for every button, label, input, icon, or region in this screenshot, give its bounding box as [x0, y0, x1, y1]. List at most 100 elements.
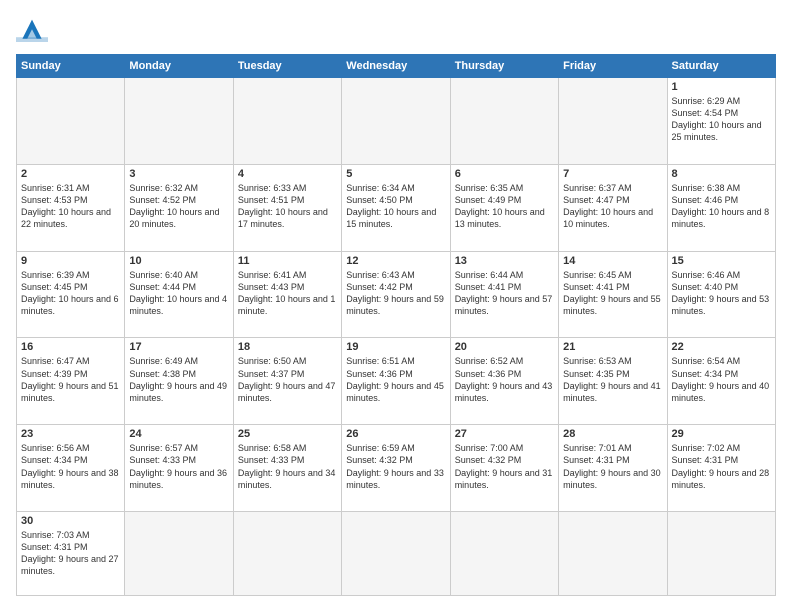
calendar-cell — [233, 78, 341, 165]
calendar-cell: 10Sunrise: 6:40 AM Sunset: 4:44 PM Dayli… — [125, 251, 233, 338]
calendar-cell: 16Sunrise: 6:47 AM Sunset: 4:39 PM Dayli… — [17, 338, 125, 425]
day-number: 9 — [21, 255, 120, 267]
calendar-cell: 30 Sunrise: 7:03 AM Sunset: 4:31 PM Dayli… — [17, 512, 125, 596]
calendar-cell: 5 Sunrise: 6:34 AM Sunset: 4:50 PM Daylig… — [342, 164, 450, 251]
day-info: Sunrise: 6:46 AM Sunset: 4:40 PM Dayligh… — [672, 269, 771, 318]
day-info: Sunrise: 6:51 AM Sunset: 4:36 PM Dayligh… — [346, 355, 445, 404]
day-number: 2 — [21, 168, 120, 180]
day-info: Sunrise: 7:03 AM Sunset: 4:31 PM Dayligh… — [21, 529, 120, 578]
weekday-header-wednesday: Wednesday — [342, 55, 450, 78]
day-info: Sunrise: 6:50 AM Sunset: 4:37 PM Dayligh… — [238, 355, 337, 404]
calendar-cell: 17Sunrise: 6:49 AM Sunset: 4:38 PM Dayli… — [125, 338, 233, 425]
calendar-cell: 25 Sunrise: 6:58 AM Sunset: 4:33 PM Dayli… — [233, 425, 341, 512]
day-number: 21 — [563, 341, 662, 353]
day-number: 12 — [346, 255, 445, 267]
calendar-cell: 8Sunrise: 6:38 AM Sunset: 4:46 PM Daylig… — [667, 164, 775, 251]
day-info: Sunrise: 6:47 AM Sunset: 4:39 PM Dayligh… — [21, 355, 120, 404]
day-number: 5 — [346, 168, 445, 180]
day-info: Sunrise: 6:33 AM Sunset: 4:51 PM Dayligh… — [238, 182, 337, 231]
day-info: Sunrise: 6:45 AM Sunset: 4:41 PM Dayligh… — [563, 269, 662, 318]
day-info: Sunrise: 6:56 AM Sunset: 4:34 PM Dayligh… — [21, 442, 120, 491]
calendar-cell — [559, 512, 667, 596]
day-info: Sunrise: 6:52 AM Sunset: 4:36 PM Dayligh… — [455, 355, 554, 404]
day-info: Sunrise: 6:53 AM Sunset: 4:35 PM Dayligh… — [563, 355, 662, 404]
day-info: Sunrise: 7:01 AM Sunset: 4:31 PM Dayligh… — [563, 442, 662, 491]
calendar-cell: 19 Sunrise: 6:51 AM Sunset: 4:36 PM Dayli… — [342, 338, 450, 425]
day-number: 30 — [21, 515, 120, 527]
calendar-week-row: 9 Sunrise: 6:39 AM Sunset: 4:45 PM Daylig… — [17, 251, 776, 338]
day-number: 22 — [672, 341, 771, 353]
day-info: Sunrise: 6:38 AM Sunset: 4:46 PM Dayligh… — [672, 182, 771, 231]
weekday-header-saturday: Saturday — [667, 55, 775, 78]
page-header — [16, 16, 776, 44]
day-number: 29 — [672, 428, 771, 440]
day-info: Sunrise: 6:34 AM Sunset: 4:50 PM Dayligh… — [346, 182, 445, 231]
day-info: Sunrise: 7:02 AM Sunset: 4:31 PM Dayligh… — [672, 442, 771, 491]
day-number: 15 — [672, 255, 771, 267]
calendar-cell — [342, 512, 450, 596]
calendar-week-row: 30 Sunrise: 7:03 AM Sunset: 4:31 PM Dayli… — [17, 512, 776, 596]
day-number: 25 — [238, 428, 337, 440]
day-number: 1 — [672, 81, 771, 93]
calendar-cell — [342, 78, 450, 165]
calendar-cell: 20Sunrise: 6:52 AM Sunset: 4:36 PM Dayli… — [450, 338, 558, 425]
day-number: 24 — [129, 428, 228, 440]
calendar-cell: 12 Sunrise: 6:43 AM Sunset: 4:42 PM Dayli… — [342, 251, 450, 338]
calendar-cell: 14 Sunrise: 6:45 AM Sunset: 4:41 PM Dayli… — [559, 251, 667, 338]
day-number: 28 — [563, 428, 662, 440]
calendar-cell — [233, 512, 341, 596]
calendar-cell: 6Sunrise: 6:35 AM Sunset: 4:49 PM Daylig… — [450, 164, 558, 251]
day-info: Sunrise: 6:35 AM Sunset: 4:49 PM Dayligh… — [455, 182, 554, 231]
calendar-cell — [17, 78, 125, 165]
calendar-cell: 28 Sunrise: 7:01 AM Sunset: 4:31 PM Dayli… — [559, 425, 667, 512]
calendar-cell: 18 Sunrise: 6:50 AM Sunset: 4:37 PM Dayli… — [233, 338, 341, 425]
day-info: Sunrise: 6:57 AM Sunset: 4:33 PM Dayligh… — [129, 442, 228, 491]
calendar-cell — [559, 78, 667, 165]
day-info: Sunrise: 6:43 AM Sunset: 4:42 PM Dayligh… — [346, 269, 445, 318]
day-number: 26 — [346, 428, 445, 440]
calendar-cell: 13 Sunrise: 6:44 AM Sunset: 4:41 PM Dayli… — [450, 251, 558, 338]
calendar-cell: 11 Sunrise: 6:41 AM Sunset: 4:43 PM Dayli… — [233, 251, 341, 338]
calendar-cell: 23 Sunrise: 6:56 AM Sunset: 4:34 PM Dayli… — [17, 425, 125, 512]
weekday-header-sunday: Sunday — [17, 55, 125, 78]
weekday-header-friday: Friday — [559, 55, 667, 78]
calendar-cell: 21 Sunrise: 6:53 AM Sunset: 4:35 PM Dayli… — [559, 338, 667, 425]
day-number: 19 — [346, 341, 445, 353]
calendar-cell — [125, 512, 233, 596]
day-number: 3 — [129, 168, 228, 180]
calendar-week-row: 1 Sunrise: 6:29 AM Sunset: 4:54 PM Daylig… — [17, 78, 776, 165]
day-info: Sunrise: 6:32 AM Sunset: 4:52 PM Dayligh… — [129, 182, 228, 231]
calendar-cell: 26 Sunrise: 6:59 AM Sunset: 4:32 PM Dayli… — [342, 425, 450, 512]
day-number: 11 — [238, 255, 337, 267]
day-number: 7 — [563, 168, 662, 180]
day-number: 18 — [238, 341, 337, 353]
calendar-cell: 22 Sunrise: 6:54 AM Sunset: 4:34 PM Dayli… — [667, 338, 775, 425]
calendar-cell: 9 Sunrise: 6:39 AM Sunset: 4:45 PM Daylig… — [17, 251, 125, 338]
day-number: 10 — [129, 255, 228, 267]
calendar-cell: 27 Sunrise: 7:00 AM Sunset: 4:32 PM Dayli… — [450, 425, 558, 512]
day-info: Sunrise: 6:39 AM Sunset: 4:45 PM Dayligh… — [21, 269, 120, 318]
weekday-header-thursday: Thursday — [450, 55, 558, 78]
day-info: Sunrise: 6:58 AM Sunset: 4:33 PM Dayligh… — [238, 442, 337, 491]
calendar-table: SundayMondayTuesdayWednesdayThursdayFrid… — [16, 54, 776, 596]
weekday-header-monday: Monday — [125, 55, 233, 78]
calendar-cell: 7Sunrise: 6:37 AM Sunset: 4:47 PM Daylig… — [559, 164, 667, 251]
day-number: 4 — [238, 168, 337, 180]
day-info: Sunrise: 6:41 AM Sunset: 4:43 PM Dayligh… — [238, 269, 337, 318]
day-number: 14 — [563, 255, 662, 267]
logo — [16, 16, 52, 44]
day-info: Sunrise: 6:44 AM Sunset: 4:41 PM Dayligh… — [455, 269, 554, 318]
day-info: Sunrise: 7:00 AM Sunset: 4:32 PM Dayligh… — [455, 442, 554, 491]
day-info: Sunrise: 6:54 AM Sunset: 4:34 PM Dayligh… — [672, 355, 771, 404]
day-number: 23 — [21, 428, 120, 440]
calendar-cell — [450, 78, 558, 165]
day-number: 13 — [455, 255, 554, 267]
day-number: 27 — [455, 428, 554, 440]
day-info: Sunrise: 6:29 AM Sunset: 4:54 PM Dayligh… — [672, 95, 771, 144]
calendar-cell: 29 Sunrise: 7:02 AM Sunset: 4:31 PM Dayli… — [667, 425, 775, 512]
day-info: Sunrise: 6:59 AM Sunset: 4:32 PM Dayligh… — [346, 442, 445, 491]
calendar-cell — [667, 512, 775, 596]
day-info: Sunrise: 6:49 AM Sunset: 4:38 PM Dayligh… — [129, 355, 228, 404]
calendar-cell: 4 Sunrise: 6:33 AM Sunset: 4:51 PM Daylig… — [233, 164, 341, 251]
calendar-week-row: 2Sunrise: 6:31 AM Sunset: 4:53 PM Daylig… — [17, 164, 776, 251]
